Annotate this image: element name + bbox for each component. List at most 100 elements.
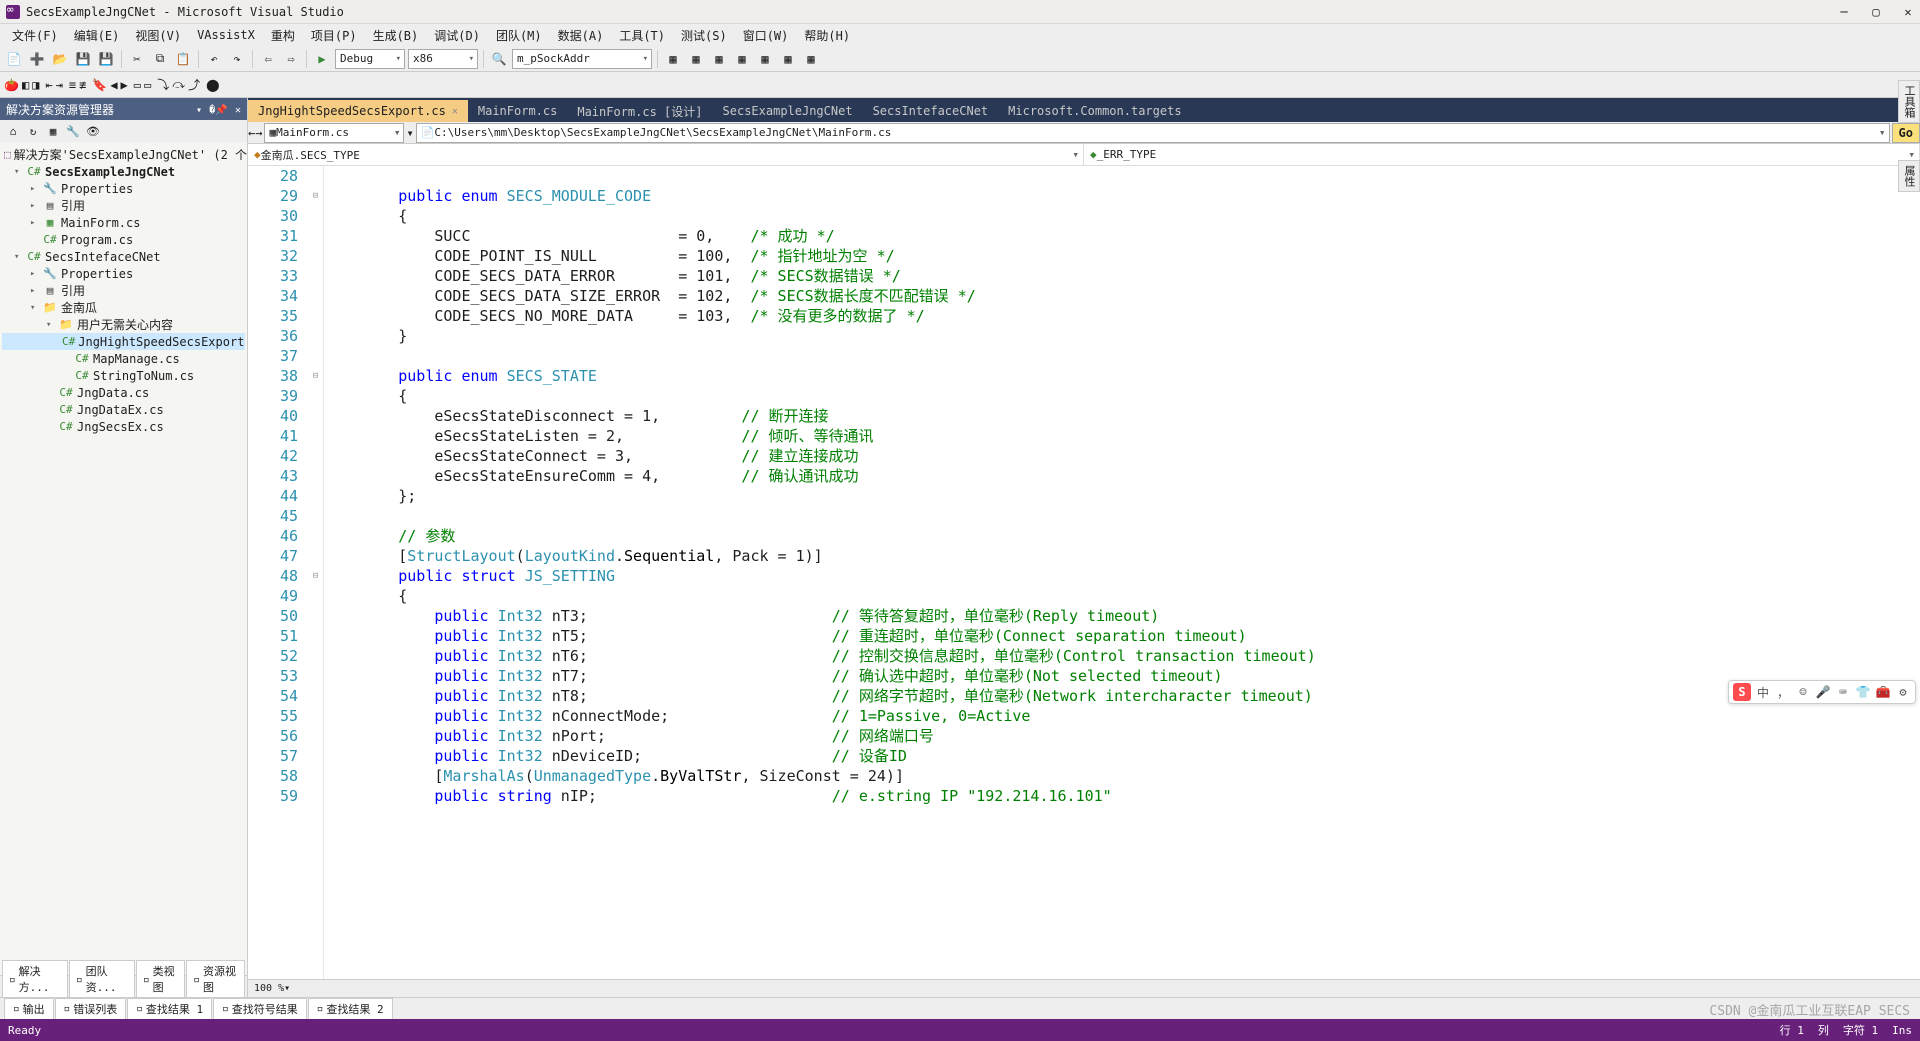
solution-tree[interactable]: ⬚解决方案'SecsExampleJngCNet' (2 个项目) ▾C#Sec… [0,142,247,975]
save-all-icon[interactable]: 💾 [96,49,116,69]
tree-solution[interactable]: ⬚解决方案'SecsExampleJngCNet' (2 个项目) [2,146,245,163]
menu-视图(V)[interactable]: 视图(V) [127,25,189,46]
tree-file-mapmanage[interactable]: C#MapManage.cs [2,350,245,367]
nav-back-icon[interactable]: ← [248,126,255,140]
ime-tools-icon[interactable]: 🧰 [1875,684,1891,700]
ime-lang-button[interactable]: 中 [1755,684,1771,700]
ime-voice-icon[interactable]: 🎤 [1815,684,1831,700]
window-list-icon[interactable]: ▭ [144,78,151,92]
go-button[interactable]: Go [1892,123,1920,143]
sidebar-tab[interactable]: ▫团队资... [69,960,135,997]
tree-file-export[interactable]: C#JngHightSpeedSecsExport.cs [2,333,245,350]
member-combo[interactable]: ◆ _ERR_TYPE [1084,144,1920,165]
copy-icon[interactable]: ⧉ [150,49,170,69]
menu-调试(D)[interactable]: 调试(D) [426,25,488,46]
tb-misc-3-icon[interactable]: ▦ [709,49,729,69]
sidebar-tab[interactable]: ▫类视图 [136,960,185,997]
step-into-icon[interactable]: ⤵ [157,76,169,93]
menu-编辑(E)[interactable]: 编辑(E) [66,25,128,46]
breakpoint-icon[interactable]: ⬤ [206,78,219,92]
menu-项目(P)[interactable]: 项目(P) [303,25,365,46]
save-icon[interactable]: 💾 [73,49,93,69]
dropdown-icon[interactable]: ▾ [196,105,202,116]
code-source[interactable]: public enum SECS_MODULE_CODE { SUCC = 0,… [324,166,1920,979]
tree-file-stringtonum[interactable]: C#StringToNum.cs [2,367,245,384]
tree-folder-jng[interactable]: ▾📁金南瓜 [2,299,245,316]
find-combo[interactable]: m_pSockAddr [512,49,652,69]
output-tab[interactable]: ▫查找结果 2 [308,998,393,1020]
menu-团队(M)[interactable]: 团队(M) [488,25,550,46]
undo-icon[interactable]: ↶ [204,49,224,69]
indent-more-icon[interactable]: ⇥ [56,78,63,92]
doc-tab[interactable]: MainForm.cs [468,100,567,122]
step-out-icon[interactable]: ⤴ [188,76,200,93]
nav-file-path[interactable]: 📄 C:\Users\mm\Desktop\SecsExampleJngCNet… [416,123,1890,143]
ime-keyboard-icon[interactable]: ⌨ [1835,684,1851,700]
doc-tab[interactable]: MainForm.cs [设计] [567,100,712,122]
menu-VAssistX[interactable]: VAssistX [189,26,263,44]
menu-重构[interactable]: 重构 [263,25,303,46]
comment-icon[interactable]: ≡ [69,78,76,92]
tree-file-jngdata[interactable]: C#JngData.cs [2,384,245,401]
cut-icon[interactable]: ✂ [127,49,147,69]
tree-folder-user[interactable]: ▾📁用户无需关心内容 [2,316,245,333]
ime-punct-icon[interactable]: ， [1775,684,1791,700]
panel-close-icon[interactable]: ✕ [235,105,241,116]
tb-misc-5-icon[interactable]: ▦ [755,49,775,69]
menu-文件(F)[interactable]: 文件(F) [4,25,66,46]
tb-misc-1-icon[interactable]: ▦ [663,49,683,69]
indent-less-icon[interactable]: ⇤ [45,78,52,92]
menu-测试(S)[interactable]: 测试(S) [673,25,735,46]
va-icon-2[interactable]: ◧ [22,78,29,92]
output-tab[interactable]: ▫查找结果 1 [127,998,212,1020]
step-over-icon[interactable]: ⤼ [172,77,185,92]
ime-emoji-icon[interactable]: ☺ [1795,684,1811,700]
se-home-icon[interactable]: ⌂ [4,122,22,140]
properties-vert-tab[interactable]: 属性 [1898,160,1920,192]
menu-工具(T)[interactable]: 工具(T) [611,25,673,46]
bookmark-icon[interactable]: 🔖 [92,78,107,92]
se-properties-icon[interactable]: 🔧 [64,122,82,140]
type-combo[interactable]: ◆ 金南瓜.SECS_TYPE [248,144,1084,165]
doc-tab[interactable]: JngHightSpeedSecsExport.cs ✕ [248,100,468,122]
va-icon-3[interactable]: ◨ [32,78,39,92]
output-tab[interactable]: ▫查找符号结果 [213,998,307,1020]
tree-file-jngdataex[interactable]: C#JngDataEx.cs [2,401,245,418]
bookmark-next-icon[interactable]: ▶ [121,78,128,92]
tb-misc-7-icon[interactable]: ▦ [801,49,821,69]
sogou-logo-icon[interactable]: S [1733,683,1751,701]
tree-properties-1[interactable]: ▸🔧Properties [2,180,245,197]
nav-dropdown-icon[interactable]: ▾ [406,126,413,140]
tree-project-1[interactable]: ▾C#SecsExampleJngCNet [2,163,245,180]
start-debug-icon[interactable]: ▶ [312,49,332,69]
se-showall-icon[interactable]: ▦ [44,122,62,140]
uncomment-icon[interactable]: ≢ [79,78,86,92]
tb-misc-4-icon[interactable]: ▦ [732,49,752,69]
nav-fwd-icon[interactable]: ⇨ [281,49,301,69]
sidebar-tab[interactable]: ▫解决方... [2,960,68,997]
pin-icon[interactable]: �📌 [209,105,227,116]
fold-gutter[interactable]: ⊟⊟⊟ [308,166,324,979]
minimize-button[interactable]: ─ [1838,5,1850,19]
close-button[interactable]: ✕ [1902,5,1914,19]
tree-references-2[interactable]: ▸▤引用 [2,282,245,299]
tree-references-1[interactable]: ▸▤引用 [2,197,245,214]
platform-combo[interactable]: x86 [408,49,478,69]
tree-file-jngsecsex[interactable]: C#JngSecsEx.cs [2,418,245,435]
tab-close-icon[interactable]: ✕ [452,106,458,117]
nav-fwd-icon[interactable]: → [255,126,262,140]
sidebar-tab[interactable]: ▫资源视图 [186,960,245,997]
add-item-icon[interactable]: ➕ [27,49,47,69]
find-icon[interactable]: 🔍 [489,49,509,69]
tree-project-2[interactable]: ▾C#SecsIntefaceCNet [2,248,245,265]
nav-project-combo[interactable]: ▦ MainForm.cs [264,123,404,143]
solution-explorer-header[interactable]: 解决方案资源管理器 ▾ �📌 ✕ [0,98,247,120]
doc-tab[interactable]: SecsIntefaceCNet [863,100,999,122]
se-view-icon[interactable]: 👁 [84,122,102,140]
ime-toolbar[interactable]: S 中 ， ☺ 🎤 ⌨ 👕 🧰 ⚙ [1728,680,1916,704]
va-icon-1[interactable]: 🍅 [4,78,19,92]
bookmark-prev-icon[interactable]: ◀ [110,78,117,92]
tree-program[interactable]: C#Program.cs [2,231,245,248]
tb-misc-2-icon[interactable]: ▦ [686,49,706,69]
open-icon[interactable]: 📂 [50,49,70,69]
